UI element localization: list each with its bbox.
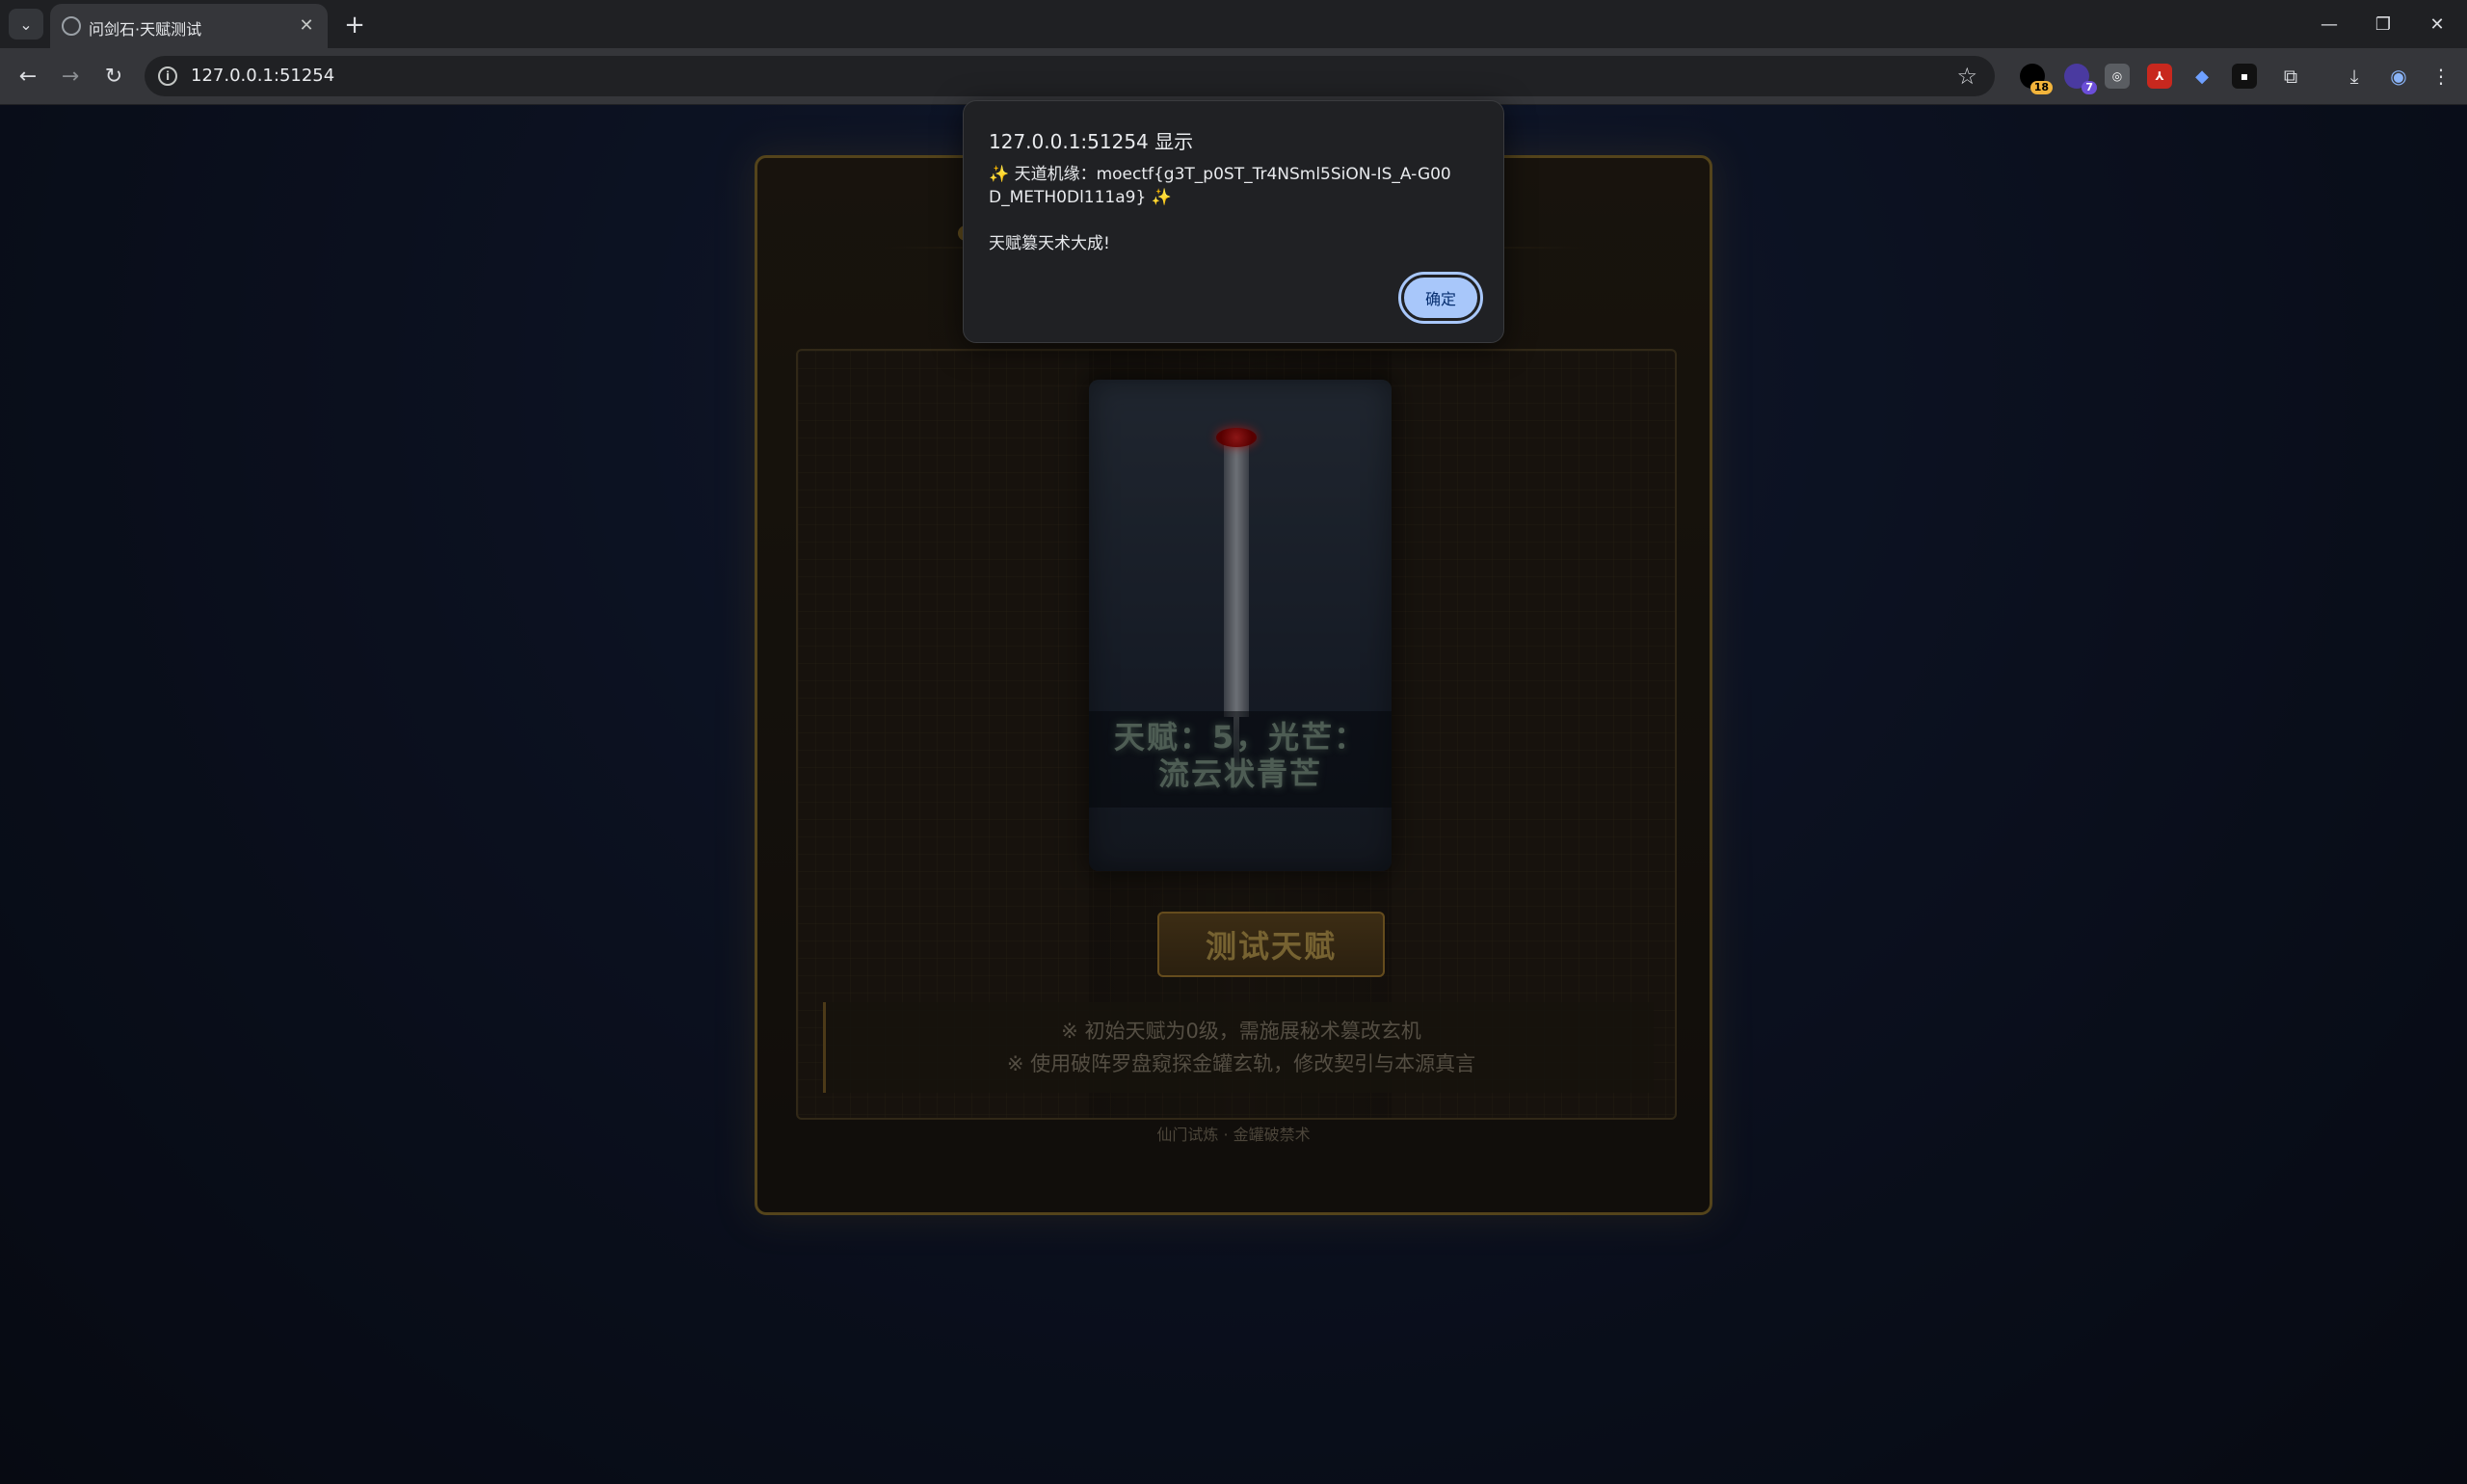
- download-icon[interactable]: ⤓: [2340, 62, 2369, 91]
- profile-avatar-icon[interactable]: ◉: [2384, 62, 2413, 91]
- extensions-puzzle-icon[interactable]: ⧉: [2276, 62, 2305, 91]
- alert-dialog: 127.0.0.1:51254 显示 ✨ 天道机缘：moectf{g3T_p0S…: [963, 100, 1504, 343]
- extension-icon-5[interactable]: ◆: [2189, 64, 2215, 89]
- extension-icon-3[interactable]: ◎: [2105, 64, 2130, 89]
- dialog-message: ✨ 天道机缘：moectf{g3T_p0ST_Tr4NSml5SiON-IS_A…: [989, 165, 1451, 253]
- tab-search-chevron-icon[interactable]: ⌄: [9, 9, 43, 40]
- browser-toolbar: ← → ↻ i 127.0.0.1:51254 ☆ 18 7 ◎ ⅄ ◆ ▪ ⧉…: [0, 48, 2467, 105]
- dialog-title: 127.0.0.1:51254 显示: [989, 130, 1194, 153]
- forward-arrow-icon[interactable]: →: [54, 60, 87, 93]
- extension-icon-6[interactable]: ▪: [2232, 64, 2257, 89]
- site-info-icon[interactable]: i: [158, 66, 177, 86]
- pdf-extension-icon[interactable]: ⅄: [2147, 64, 2172, 89]
- close-icon[interactable]: ✕: [295, 13, 318, 37]
- extension-icon-1[interactable]: 18: [2020, 64, 2053, 94]
- extension-badge-2: 7: [2082, 81, 2097, 94]
- back-arrow-icon[interactable]: ←: [12, 60, 44, 93]
- restore-icon[interactable]: ❐: [2356, 0, 2410, 48]
- tab-strip: ⌄ 问剑石·天赋测试 ✕ + — ❐ ✕: [0, 0, 2467, 48]
- extension-icon-2[interactable]: 7: [2064, 64, 2097, 94]
- menu-kebab-icon[interactable]: ⋮: [2427, 62, 2455, 91]
- tab-title: 问剑石·天赋测试: [89, 20, 202, 39]
- minimize-icon[interactable]: —: [2302, 0, 2356, 48]
- extension-badge-1: 18: [2029, 81, 2053, 94]
- tab-active[interactable]: 问剑石·天赋测试 ✕: [50, 4, 328, 48]
- bookmark-star-icon[interactable]: ☆: [1956, 63, 1977, 90]
- ok-button[interactable]: 确定: [1398, 272, 1483, 324]
- reload-icon[interactable]: ↻: [97, 60, 130, 93]
- globe-icon: [62, 16, 81, 36]
- window-close-icon[interactable]: ✕: [2410, 0, 2464, 48]
- new-tab-plus-icon[interactable]: +: [339, 10, 370, 40]
- url-text[interactable]: 127.0.0.1:51254: [191, 66, 334, 86]
- address-bar[interactable]: i 127.0.0.1:51254 ☆: [145, 56, 1995, 96]
